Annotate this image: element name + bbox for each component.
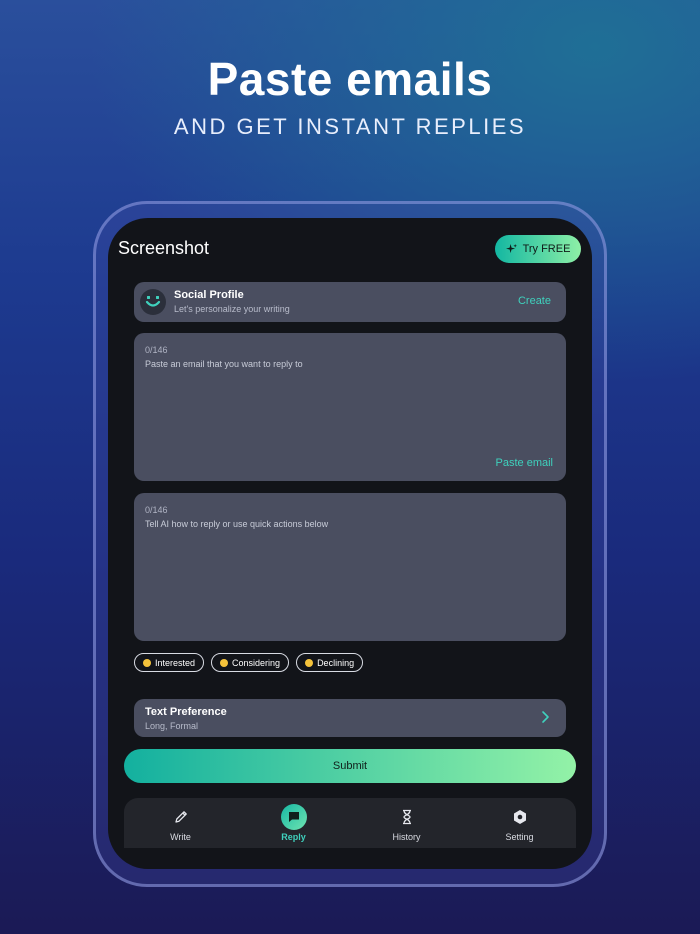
tab-reply[interactable]: Reply — [237, 798, 350, 848]
tab-label: Reply — [281, 832, 306, 842]
sparkle-icon — [505, 243, 517, 253]
hourglass-icon — [394, 804, 420, 830]
emoji-icon — [220, 658, 229, 667]
profile-logo-icon — [140, 289, 166, 315]
chip-interested[interactable]: Interested — [134, 653, 205, 672]
email-char-counter: 0/146 — [145, 345, 168, 355]
tab-write[interactable]: Write — [124, 798, 237, 848]
hero-subtitle: AND GET INSTANT REPLIES — [173, 114, 527, 139]
chevron-right-icon — [542, 711, 549, 723]
chat-icon — [280, 804, 307, 830]
emoji-icon — [143, 658, 151, 667]
instruction-char-counter: 0/146 — [145, 505, 168, 515]
tab-setting[interactable]: Setting — [463, 798, 576, 848]
email-textarea[interactable]: 0/146 Paste an email that you want to re… — [134, 333, 566, 481]
preference-value: Long, Formal — [145, 721, 199, 731]
text-preference-row[interactable]: Text Preference Long, Formal — [134, 699, 566, 737]
instruction-textarea[interactable]: 0/146 Tell AI how to reply or use quick … — [134, 493, 566, 641]
instruction-placeholder: Tell AI how to reply or use quick action… — [145, 519, 329, 529]
app-screen: Screenshot Try FREE Social Profile Let's… — [108, 218, 592, 869]
email-placeholder: Paste an email that you want to reply to — [145, 359, 303, 369]
profile-subtitle: Let's personalize your writing — [174, 304, 290, 314]
tab-history[interactable]: History — [350, 798, 463, 848]
try-free-button[interactable]: Try FREE — [495, 235, 581, 263]
page-title: Screenshot — [118, 238, 210, 258]
social-profile-card[interactable]: Social Profile Let's personalize your wr… — [134, 282, 566, 322]
submit-button[interactable]: Submit — [124, 749, 576, 783]
chip-label: Considering — [232, 657, 281, 668]
hero-title: Paste emails — [207, 53, 493, 105]
emoji-icon — [305, 658, 314, 667]
pencil-icon — [168, 804, 194, 830]
gear-icon — [507, 804, 533, 830]
paste-email-button[interactable]: Paste email — [496, 457, 553, 469]
preference-title: Text Preference — [145, 706, 227, 718]
try-free-label: Try FREE — [522, 243, 571, 255]
tab-label: Setting — [505, 832, 534, 842]
chip-label: Interested — [155, 657, 196, 668]
profile-title: Social Profile — [174, 289, 244, 301]
create-profile-button[interactable]: Create — [518, 295, 551, 307]
bottom-tab-bar: Write Reply History Setting — [124, 798, 576, 848]
chip-declining[interactable]: Declining — [296, 653, 364, 672]
quick-actions: Interested Considering Declining — [134, 653, 364, 672]
chip-considering[interactable]: Considering — [211, 653, 290, 672]
tab-label: History — [392, 832, 421, 842]
chip-label: Declining — [317, 657, 355, 668]
tab-label: Write — [170, 832, 191, 842]
